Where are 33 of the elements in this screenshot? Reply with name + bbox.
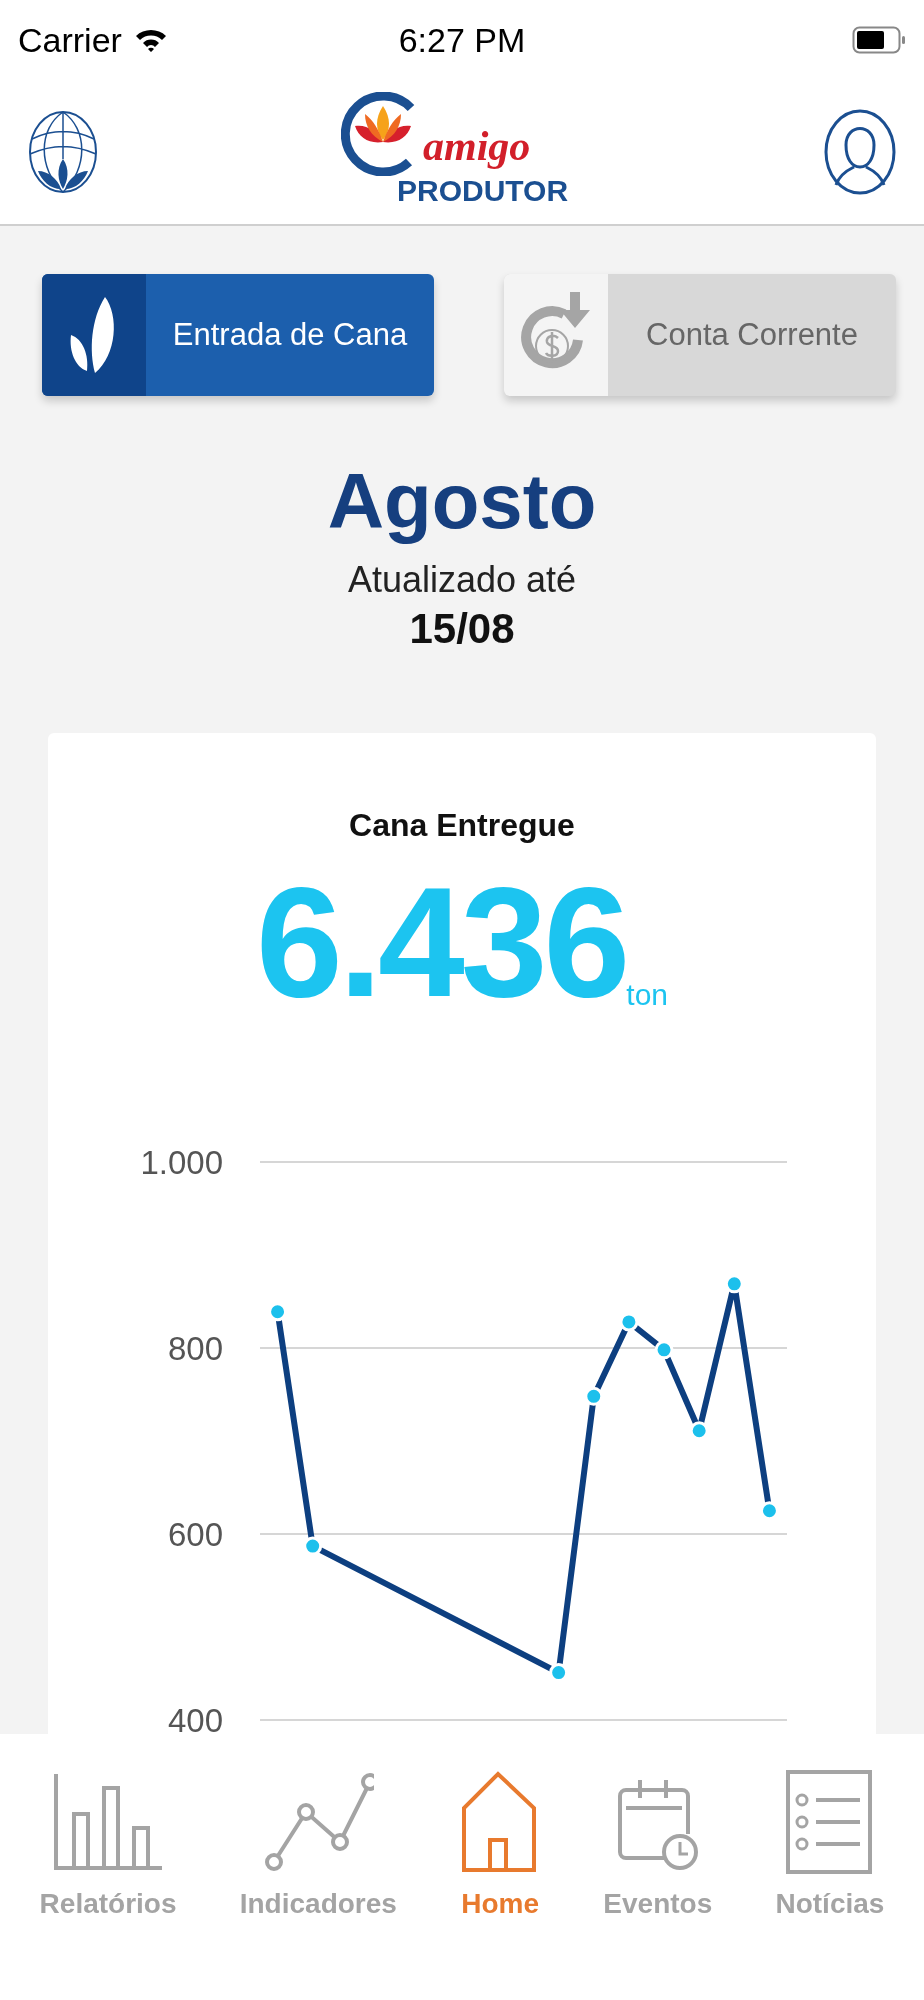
axis-label: 400 bbox=[167, 1702, 223, 1734]
data-point bbox=[654, 1340, 674, 1360]
tab-item[interactable]: Relatórios bbox=[39, 1770, 177, 1920]
line-chart-icon bbox=[262, 1770, 375, 1874]
month-title: Agosto bbox=[327, 456, 597, 547]
data-point bbox=[584, 1386, 604, 1406]
unit-label: ton bbox=[626, 978, 669, 1012]
total-value: 6.436 bbox=[255, 864, 627, 1020]
section-button[interactable]: Entrada de Cana bbox=[42, 274, 434, 396]
data-point bbox=[724, 1274, 744, 1294]
card-title: Cana Entregue bbox=[349, 807, 575, 844]
data-point bbox=[619, 1312, 639, 1332]
globe-lotus-icon[interactable] bbox=[28, 109, 98, 195]
carrier-name: Carrier bbox=[18, 20, 122, 60]
data-point bbox=[303, 1536, 323, 1556]
updated-label: Atualizado até bbox=[347, 559, 577, 601]
logo-subtitle: PRODUTOR bbox=[397, 174, 569, 208]
updated-date: 15/08 bbox=[409, 605, 515, 653]
tab-item[interactable]: Eventos bbox=[603, 1770, 713, 1920]
axis-label: 1.000 bbox=[140, 1144, 223, 1181]
profile-icon[interactable] bbox=[824, 109, 896, 195]
logo-wordmark: amigo bbox=[423, 122, 531, 170]
section-button[interactable]: Conta Corrente bbox=[504, 274, 896, 396]
data-point bbox=[759, 1501, 779, 1521]
tab-item[interactable]: Notícias bbox=[775, 1770, 885, 1920]
tab-item[interactable]: Home bbox=[460, 1770, 541, 1920]
axis-label: 800 bbox=[167, 1330, 223, 1367]
data-point bbox=[689, 1421, 709, 1441]
battery-icon bbox=[852, 26, 906, 54]
tab-item[interactable]: Indicadores bbox=[239, 1770, 397, 1920]
axis-label: 600 bbox=[167, 1516, 223, 1553]
status-time: 6:27 PM bbox=[398, 20, 526, 60]
news-list-icon bbox=[785, 1770, 874, 1874]
